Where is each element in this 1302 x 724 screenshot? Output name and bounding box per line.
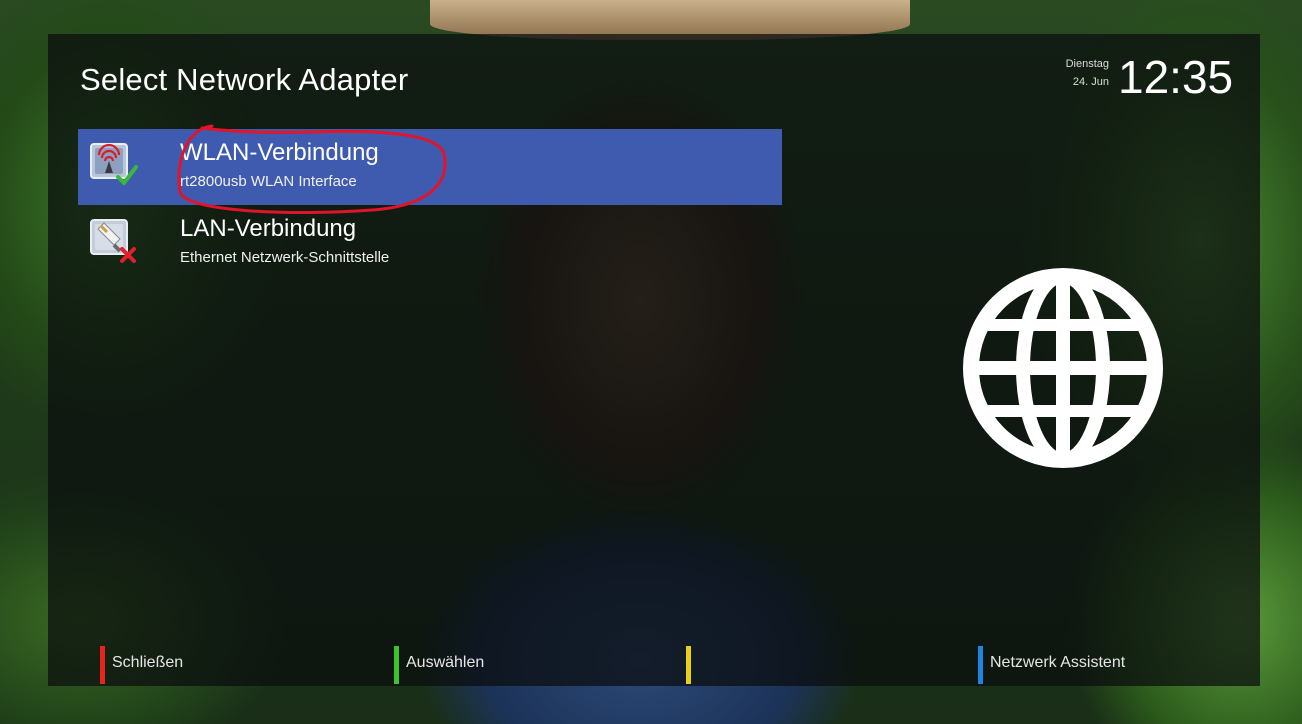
adapter-list: WLAN-Verbindung rt2800usb WLAN Interface… <box>78 129 782 281</box>
adapter-item-lan[interactable]: LAN-Verbindung Ethernet Netzwerk-Schnitt… <box>78 205 782 281</box>
clock-time: 12:35 <box>1118 51 1234 103</box>
red-button-label: Schließen <box>112 654 184 671</box>
globe-icon <box>963 268 1163 468</box>
adapter-item-wlan[interactable]: WLAN-Verbindung rt2800usb WLAN Interface <box>78 129 782 205</box>
blue-key-indicator <box>978 646 983 684</box>
clock-date: Dienstag 24. Jun <box>1066 50 1109 96</box>
red-key-indicator <box>100 646 105 684</box>
green-key-indicator <box>394 646 399 684</box>
page-title: Select Network Adapter <box>80 62 409 97</box>
wifi-antenna-icon <box>90 143 138 185</box>
adapter-name: LAN-Verbindung <box>180 215 357 242</box>
yellow-key-indicator <box>686 646 691 684</box>
adapter-description: rt2800usb WLAN Interface <box>180 173 357 190</box>
ethernet-plug-icon <box>90 219 136 263</box>
adapter-name: WLAN-Verbindung <box>180 139 379 166</box>
green-button-label: Auswählen <box>406 654 485 671</box>
adapter-description: Ethernet Netzwerk-Schnittstelle <box>180 249 390 266</box>
clock-date-label: 24. Jun <box>1072 76 1109 88</box>
blue-button-label: Netzwerk Assistent <box>990 654 1126 671</box>
